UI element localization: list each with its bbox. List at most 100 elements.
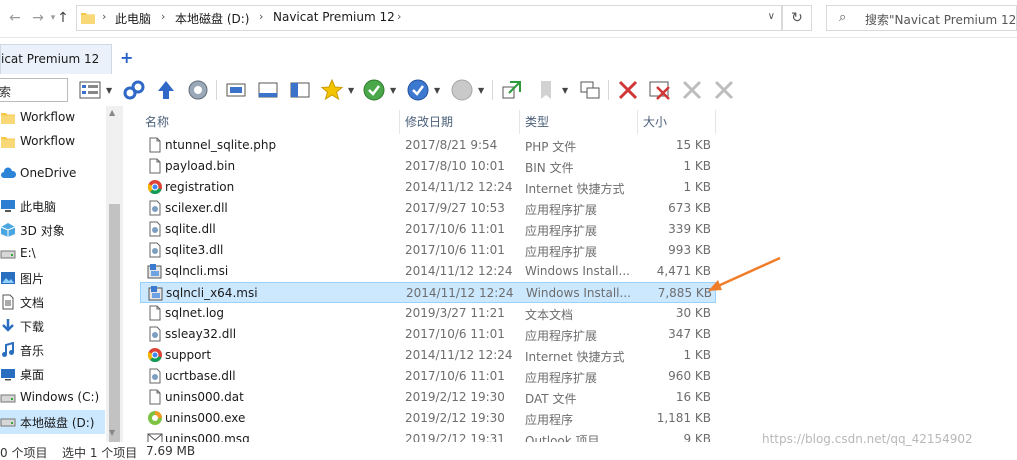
scroll-down-arrow-icon[interactable]: ▼ xyxy=(109,428,115,437)
file-date: 2019/2/12 19:30 xyxy=(405,390,505,404)
bookmark-disabled-icon[interactable] xyxy=(534,78,558,102)
navigation-pane-icon[interactable] xyxy=(288,78,312,102)
sidebar-item[interactable]: 此电脑 xyxy=(0,194,105,218)
new-tab-plus-icon[interactable]: + xyxy=(120,48,133,67)
refresh-icon: ↻ xyxy=(791,10,803,26)
column-header-type[interactable]: 类型 xyxy=(520,110,638,134)
sync-blue-icon[interactable] xyxy=(406,78,430,102)
link-icon[interactable] xyxy=(122,78,146,102)
file-row[interactable]: scilexer.dll 2017/9/27 10:53 应用程序扩展 673 KB xyxy=(140,198,716,219)
file-name: registration xyxy=(165,180,235,194)
copy-to-icon[interactable] xyxy=(500,78,524,102)
file-icon xyxy=(149,305,161,321)
file-row[interactable]: payload.bin 2017/8/10 10:01 BIN 文件 1 KB xyxy=(140,156,716,177)
3d-objects-icon xyxy=(0,223,16,237)
folder-icon xyxy=(81,13,95,24)
tab-strip: icat Premium 12 + xyxy=(0,38,1017,74)
column-header-row: 名称 修改日期 类型 大小 xyxy=(140,110,730,134)
sidebar-item-label: 3D 对象 xyxy=(20,224,65,238)
file-row[interactable]: unins000.msg 2019/2/12 19:31 Outlook 项目 9 K… xyxy=(140,429,716,442)
file-row[interactable]: sqlncli_x64.msi 2014/11/12 12:24 Windows I… xyxy=(140,282,716,303)
column-header-date[interactable]: 修改日期 xyxy=(400,110,520,134)
favorites-star-icon[interactable] xyxy=(320,78,344,102)
filter-input[interactable]: 索 xyxy=(0,78,68,102)
disabled-circle-icon[interactable] xyxy=(450,78,474,102)
windows-icon[interactable] xyxy=(578,78,602,102)
scrollbar-thumb[interactable] xyxy=(109,204,120,460)
sidebar-item[interactable]: 本地磁盘 (D:) xyxy=(0,410,105,434)
search-input[interactable]: ⌕ 搜索"Navicat Premium 12" xyxy=(826,5,1017,31)
sync-green-icon[interactable] xyxy=(362,78,386,102)
file-row[interactable]: ntunnel_sqlite.php 2017/8/21 9:54 PHP 文件 15… xyxy=(140,135,716,156)
file-date: 2019/2/12 19:31 xyxy=(405,432,505,442)
address-box[interactable]: › 此电脑 › 本地磁盘 (D:) › Navicat Premium 12 ›… xyxy=(76,5,782,31)
view-mode-icon[interactable] xyxy=(78,78,102,102)
sidebar-item[interactable]: Workflow xyxy=(0,130,105,154)
column-header-size[interactable]: 大小 xyxy=(638,110,716,134)
sidebar-item-label: Workflow xyxy=(20,134,76,148)
favorites-dropdown-icon[interactable]: ▼ xyxy=(348,86,354,95)
sidebar-item[interactable]: Windows (C:) xyxy=(0,386,105,410)
details-pane-icon[interactable] xyxy=(256,78,280,102)
mail-icon xyxy=(147,433,163,442)
file-row[interactable]: sqlite3.dll 2017/10/6 11:01 应用程序扩展 993 KB xyxy=(140,240,716,261)
annotation-arrow-icon xyxy=(708,256,781,291)
file-row[interactable]: sqlite.dll 2017/10/6 11:01 应用程序扩展 339 KB xyxy=(140,219,716,240)
file-name: unins000.dat xyxy=(165,390,244,404)
toolbar: 索 ▼ ▼ ▼ ▼ ▼ ▼ xyxy=(0,74,1017,106)
file-row[interactable]: sqlnet.log 2019/3/27 11:21 文本文档 30 KB xyxy=(140,303,716,324)
sidebar-item[interactable]: Workflow xyxy=(0,106,105,130)
scroll-up-arrow-icon[interactable]: ▲ xyxy=(109,108,115,117)
sidebar-item-label: 下载 xyxy=(20,320,45,334)
close-all-disabled-icon[interactable] xyxy=(712,78,736,102)
file-row[interactable]: ssleay32.dll 2017/10/6 11:01 应用程序扩展 347 KB xyxy=(140,324,716,345)
file-row[interactable]: unins000.exe 2019/2/12 19:30 应用程序 1,181 KB xyxy=(140,408,716,429)
file-type: Outlook 项目 xyxy=(525,434,600,442)
sidebar-item-label: 此电脑 xyxy=(20,200,57,214)
file-row[interactable]: sqlncli.msi 2014/11/12 12:24 Windows Insta… xyxy=(140,261,716,282)
sidebar-item[interactable]: OneDrive xyxy=(0,162,105,186)
view-mode-dropdown-icon[interactable]: ▼ xyxy=(106,86,112,95)
column-header-name[interactable]: 名称 xyxy=(140,110,400,134)
settings-gear-icon[interactable] xyxy=(186,78,210,102)
breadcrumb-this-pc[interactable]: 此电脑 xyxy=(115,10,151,27)
bookmark-dropdown-icon[interactable]: ▼ xyxy=(562,86,568,95)
dll-icon xyxy=(149,221,161,237)
close-disabled-icon[interactable] xyxy=(680,78,704,102)
up-folder-icon[interactable] xyxy=(154,78,178,102)
file-row[interactable]: registration 2014/11/12 12:24 Internet 快捷方… xyxy=(140,177,716,198)
sidebar-item[interactable]: 音乐 xyxy=(0,338,105,362)
sync-blue-dropdown-icon[interactable]: ▼ xyxy=(434,86,440,95)
navigation-scrollbar[interactable]: ▲ ▼ xyxy=(106,106,123,460)
sidebar-item[interactable]: 图片 xyxy=(0,266,105,290)
disabled-dropdown-icon[interactable]: ▼ xyxy=(478,86,484,95)
sidebar-item[interactable]: 桌面 xyxy=(0,362,105,386)
file-row[interactable]: ucrtbase.dll 2017/10/6 11:01 应用程序扩展 960 KB xyxy=(140,366,716,387)
cloud-icon xyxy=(1,167,16,178)
file-type: 应用程序扩展 xyxy=(525,329,598,343)
tab-navicat-premium[interactable]: icat Premium 12 xyxy=(0,44,112,74)
sidebar-item[interactable]: 文档 xyxy=(0,290,105,314)
breadcrumb-drive-d[interactable]: 本地磁盘 (D:) xyxy=(175,10,249,27)
refresh-button[interactable]: ↻ xyxy=(782,5,812,31)
file-name: scilexer.dll xyxy=(165,201,228,215)
up-arrow-icon[interactable]: ↑ xyxy=(54,9,72,27)
breadcrumb-current-folder[interactable]: Navicat Premium 12 xyxy=(273,10,395,24)
address-history-chevron-icon[interactable]: ∨ xyxy=(768,11,775,22)
sidebar-item[interactable]: 下载 xyxy=(0,314,105,338)
sync-dropdown-icon[interactable]: ▼ xyxy=(390,86,396,95)
close-red-icon[interactable] xyxy=(616,78,640,102)
watermark: https://blog.csdn.net/qq_42154902 xyxy=(762,432,973,446)
file-date: 2017/10/6 11:01 xyxy=(405,222,505,236)
back-arrow-icon[interactable]: ← xyxy=(6,9,24,27)
close-window-icon[interactable] xyxy=(648,78,672,102)
sidebar-item[interactable]: E:\ xyxy=(0,242,105,266)
file-size: 673 KB xyxy=(668,201,711,215)
dll-icon xyxy=(149,200,161,216)
file-row[interactable]: unins000.dat 2019/2/12 19:30 DAT 文件 16 KB xyxy=(140,387,716,408)
file-name: sqlite3.dll xyxy=(165,243,224,257)
sidebar-item[interactable]: 3D 对象 xyxy=(0,218,105,242)
file-name: ntunnel_sqlite.php xyxy=(165,138,277,152)
preview-pane-icon[interactable] xyxy=(224,78,248,102)
file-row[interactable]: support 2014/11/12 12:24 Internet 快捷方式 1 KB xyxy=(140,345,716,366)
